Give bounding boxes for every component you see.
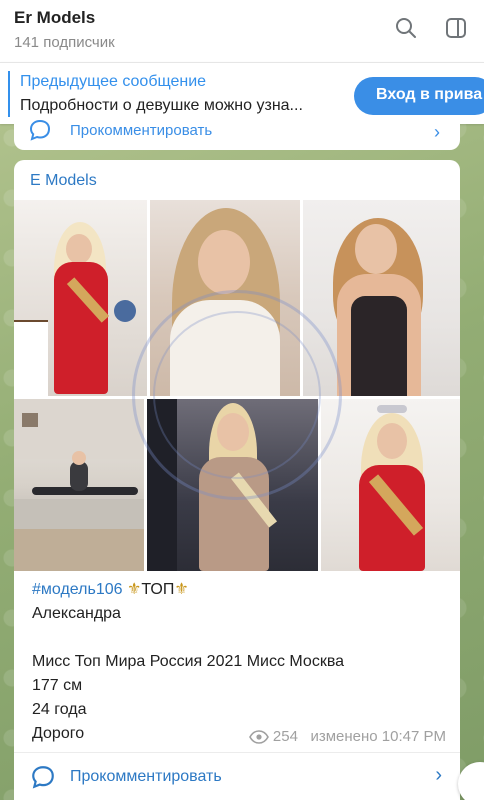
furniture [14, 320, 48, 396]
pinned-message-bar[interactable]: Предыдущее сообщение Подробности о девуш… [0, 62, 484, 124]
model-age: 24 года [32, 701, 87, 718]
chevron-right-icon: › [435, 764, 442, 786]
fleur-de-lis-icon: ⚜ [174, 581, 189, 598]
photo-6[interactable] [321, 399, 460, 571]
figure-face [66, 234, 92, 264]
view-count: 254 [272, 728, 298, 745]
watermark-seal [132, 290, 342, 500]
message-author[interactable]: E Models [30, 172, 97, 190]
comment-icon [32, 766, 54, 789]
model-name: Александра [32, 605, 121, 622]
message-card[interactable]: E Models #модель106 ⚜ТОП⚜ Александра Мис… [14, 160, 460, 800]
private-access-button[interactable]: Вход в прива [354, 77, 484, 115]
figure-face [355, 224, 397, 274]
photo-4[interactable] [14, 399, 144, 571]
eye-icon [248, 730, 269, 744]
wooden-floor [14, 529, 144, 571]
gym-floor [14, 499, 144, 529]
comment-button[interactable]: Прокомментировать › [14, 754, 460, 800]
figure-dress [54, 262, 108, 394]
chevron-right-icon: › [434, 122, 440, 142]
prev-comment-bar[interactable]: Прокомментировать › [14, 119, 460, 150]
comment-label: Прокомментировать [70, 768, 222, 785]
pinned-text: Подробности о девушке можно узна... [20, 97, 303, 114]
sidebar-panel-icon[interactable] [444, 16, 468, 40]
figure-face [377, 423, 407, 459]
hashtag-link[interactable]: #модель106 [32, 581, 123, 598]
search-icon[interactable] [394, 16, 418, 40]
watermark-inner-ring [153, 311, 321, 479]
comment-label: Прокомментировать [70, 122, 213, 139]
divider [14, 752, 460, 753]
fleur-de-lis-icon: ⚜ [126, 581, 142, 598]
gym-wall [14, 399, 144, 459]
pinned-title: Предыдущее сообщение [20, 73, 207, 90]
photo-1[interactable] [14, 200, 147, 396]
channel-header[interactable]: Er Models 141 подписчик [0, 0, 484, 62]
comment-icon [29, 119, 51, 141]
figure-lingerie [351, 296, 407, 396]
model-title: Мисс Топ Мира Россия 2021 Мисс Москва [32, 653, 345, 670]
top-label: ТОП [141, 581, 175, 598]
flower-bouquet [114, 300, 136, 322]
edited-time: изменено 10:47 PM [310, 728, 446, 745]
crown [377, 405, 407, 413]
message-meta: 254 изменено 10:47 PM [248, 728, 446, 745]
pinned-indicator [8, 71, 10, 117]
model-height: 177 см [32, 677, 83, 694]
wall-picture [22, 413, 38, 427]
figure-torso [70, 461, 88, 491]
figure-face [198, 230, 250, 294]
figure-face [72, 451, 86, 465]
message-text: #модель106 ⚜ТОП⚜ Александра Мисс Топ Мир… [32, 578, 452, 746]
